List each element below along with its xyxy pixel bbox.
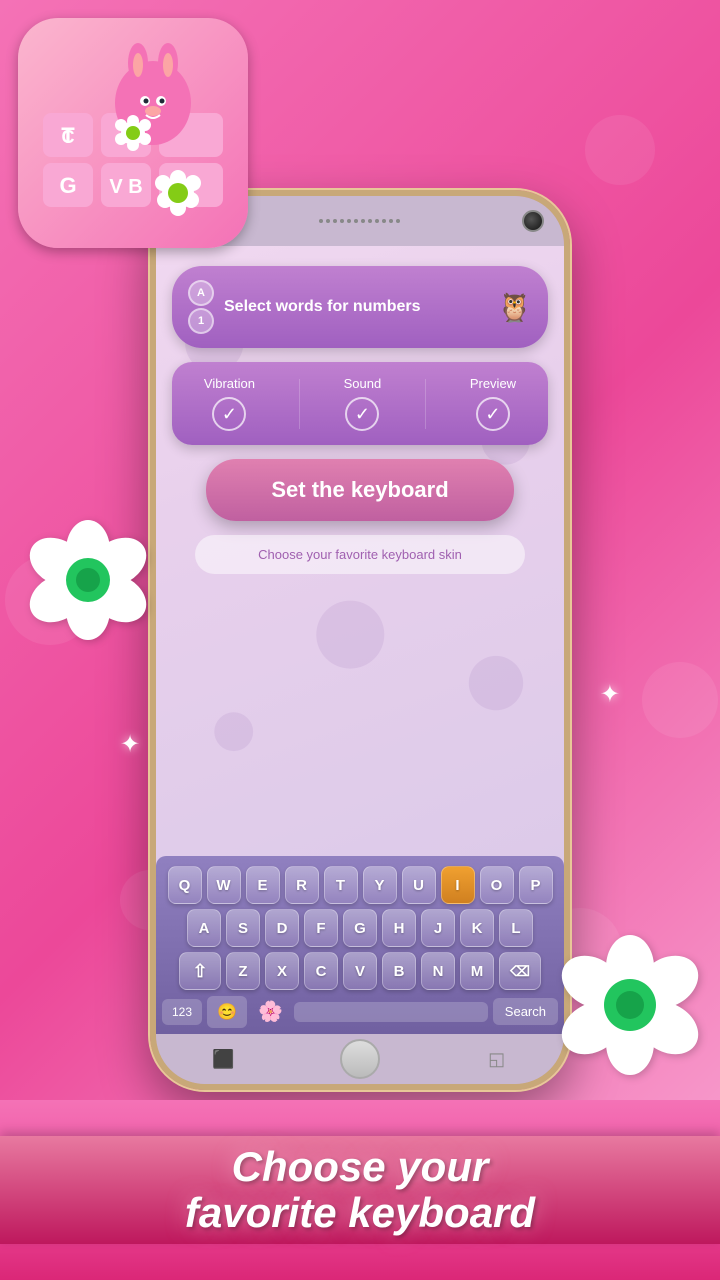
phone-screen: A 1 Select words for numbers 🦉 Vibration…	[156, 246, 564, 1034]
key-r[interactable]: R	[285, 866, 319, 904]
key-delete[interactable]: ⌫	[499, 952, 541, 990]
key-shift[interactable]: ⇧	[179, 952, 221, 990]
choose-skin-label: Choose your favorite keyboard skin	[258, 547, 462, 562]
options-row: Vibration ✓ Sound ✓ Preview ✓	[182, 376, 538, 431]
select-words-button[interactable]: A 1 Select words for numbers 🦉	[172, 266, 548, 348]
vibration-label: Vibration	[204, 376, 255, 391]
select-words-icons: A 1	[188, 280, 214, 334]
key-space[interactable]	[294, 1002, 488, 1022]
key-v[interactable]: V	[343, 952, 377, 990]
divider-1	[299, 379, 300, 429]
key-f[interactable]: F	[304, 909, 338, 947]
nav-back-button[interactable]: ⬛	[205, 1041, 241, 1077]
keyboard-bottom-bar: 123 😊 🌸 Search	[162, 995, 558, 1028]
key-i[interactable]: I	[441, 866, 475, 904]
banner-text-line2: favorite keyboard	[0, 1190, 720, 1236]
key-m[interactable]: M	[460, 952, 494, 990]
sparkle-1: ✦	[120, 730, 140, 759]
set-keyboard-label: Set the keyboard	[271, 477, 448, 502]
key-q[interactable]: Q	[168, 866, 202, 904]
key-b[interactable]: B	[382, 952, 416, 990]
key-d[interactable]: D	[265, 909, 299, 947]
set-keyboard-button[interactable]: Set the keyboard	[206, 459, 514, 521]
key-t[interactable]: T	[324, 866, 358, 904]
preview-check: ✓	[476, 397, 510, 431]
key-l[interactable]: L	[499, 909, 533, 947]
key-k[interactable]: K	[460, 909, 494, 947]
divider-2	[425, 379, 426, 429]
owl-emoji: 🦉	[497, 291, 532, 324]
choose-skin-button[interactable]: Choose your favorite keyboard skin	[195, 535, 526, 574]
decorative-flower-right	[560, 935, 700, 1080]
bottom-banner: Choose your favorite keyboard	[0, 1100, 720, 1280]
preview-label: Preview	[470, 376, 516, 391]
key-h[interactable]: H	[382, 909, 416, 947]
keyboard-area: Q W E R T Y U I O P A S D F G H J K L	[156, 856, 564, 1034]
rear-camera-front	[522, 210, 544, 232]
preview-option[interactable]: Preview ✓	[470, 376, 516, 431]
letter-a-icon: A	[188, 280, 214, 306]
decorative-flower-left	[28, 520, 148, 645]
app-icon: T Y G V B C	[18, 18, 248, 248]
key-s[interactable]: S	[226, 909, 260, 947]
key-numpad[interactable]: 123	[162, 999, 202, 1025]
key-c[interactable]: C	[304, 952, 338, 990]
key-search[interactable]: Search	[493, 998, 558, 1025]
key-z[interactable]: Z	[226, 952, 260, 990]
key-o[interactable]: O	[480, 866, 514, 904]
sound-check: ✓	[345, 397, 379, 431]
options-panel: Vibration ✓ Sound ✓ Preview ✓	[172, 362, 548, 445]
key-u[interactable]: U	[402, 866, 436, 904]
banner-ribbon: Choose your favorite keyboard	[0, 1136, 720, 1244]
key-emoji[interactable]: 😊	[207, 996, 247, 1028]
sparkle-2: ✦	[600, 680, 620, 709]
phone-bottom-bar: ⬛ ◱	[156, 1034, 564, 1084]
key-y[interactable]: Y	[363, 866, 397, 904]
number-1-icon: 1	[188, 308, 214, 334]
vibration-check: ✓	[212, 397, 246, 431]
svg-text:C: C	[62, 127, 75, 147]
phone-frame: A 1 Select words for numbers 🦉 Vibration…	[150, 190, 570, 1090]
key-g[interactable]: G	[343, 909, 377, 947]
keyboard-row-2: A S D F G H J K L	[162, 909, 558, 947]
key-flower[interactable]: 🌸	[252, 995, 289, 1028]
key-p[interactable]: P	[519, 866, 553, 904]
vibration-option[interactable]: Vibration ✓	[204, 376, 255, 431]
key-e[interactable]: E	[246, 866, 280, 904]
key-x[interactable]: X	[265, 952, 299, 990]
speaker-grille	[319, 219, 400, 223]
nav-recent-button[interactable]: ◱	[479, 1041, 515, 1077]
key-j[interactable]: J	[421, 909, 455, 947]
sound-label: Sound	[344, 376, 382, 391]
nav-home-button[interactable]	[340, 1039, 380, 1079]
key-n[interactable]: N	[421, 952, 455, 990]
key-w[interactable]: W	[207, 866, 241, 904]
key-a[interactable]: A	[187, 909, 221, 947]
keyboard-row-3: ⇧ Z X C V B N M ⌫	[162, 952, 558, 990]
banner-text-line1: Choose your	[0, 1144, 720, 1190]
sound-option[interactable]: Sound ✓	[344, 376, 382, 431]
keyboard-row-1: Q W E R T Y U I O P	[162, 866, 558, 904]
select-words-label: Select words for numbers	[224, 298, 487, 316]
svg-text:G: G	[59, 173, 76, 198]
svg-text:V B: V B	[109, 176, 142, 198]
